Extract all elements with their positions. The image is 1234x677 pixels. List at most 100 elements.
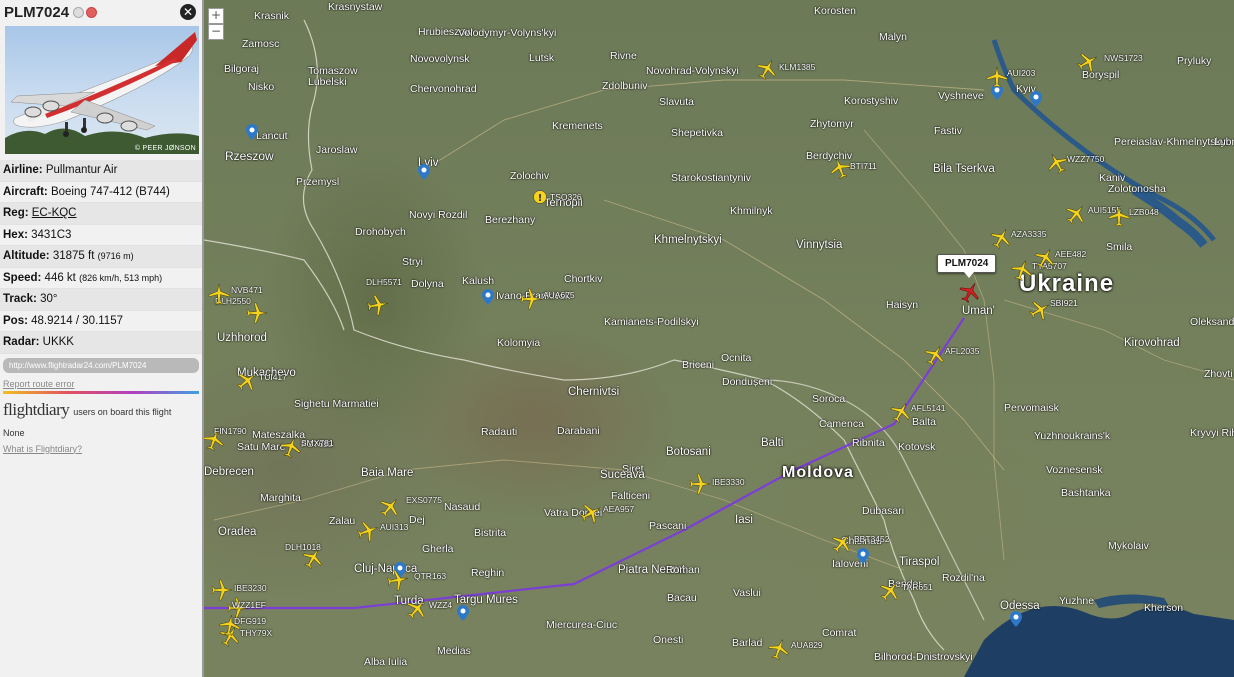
aircraft-icon[interactable] [1011, 259, 1033, 281]
aircraft-icon[interactable] [1029, 299, 1051, 321]
aircraft-label[interactable]: AUI313 [380, 522, 408, 532]
city-label: Baia Mare [361, 467, 414, 479]
close-button[interactable]: ✕ [180, 4, 196, 20]
city-label: Lubny [1214, 136, 1234, 148]
aircraft-icon[interactable] [768, 638, 790, 660]
city-label: Zhovti Vody [1204, 368, 1234, 380]
aircraft-icon[interactable] [208, 283, 230, 305]
aircraft-icon[interactable] [990, 227, 1012, 249]
detail-altitude: Altitude: 31875 ft (9716 m) [0, 246, 202, 268]
aircraft-label[interactable]: FIN1790 [214, 426, 247, 436]
aircraft-label[interactable]: NWS1723 [1104, 53, 1143, 63]
aircraft-label[interactable]: TAR651 [902, 582, 933, 592]
aircraft-label[interactable]: WZZ7750 [1067, 154, 1104, 164]
aircraft-label[interactable]: AFL2035 [945, 346, 980, 356]
aircraft-icon[interactable] [829, 157, 851, 179]
flightdiary-users-value: None [3, 427, 25, 438]
aircraft-icon[interactable] [280, 436, 302, 458]
aircraft-label[interactable]: LZB048 [1129, 207, 1159, 217]
selected-aircraft-icon[interactable] [959, 281, 981, 303]
aircraft-icon[interactable] [1108, 205, 1130, 227]
airport-pin-icon[interactable] [457, 605, 469, 621]
aircraft-label[interactable]: BBT3452 [854, 534, 889, 544]
airport-pin-icon[interactable] [1030, 91, 1042, 107]
aircraft-label[interactable]: IBE3230 [234, 583, 267, 593]
aircraft-label[interactable]: DLH5571 [366, 277, 402, 287]
aircraft-label[interactable]: AUA675 [543, 290, 575, 300]
flight-map[interactable]: + − Ukraine Moldova Krasnik Krasnystaw H… [204, 0, 1234, 677]
aircraft-label[interactable]: EXS0775 [406, 495, 442, 505]
aircraft-label[interactable]: DLH1018 [285, 542, 321, 552]
aircraft-icon[interactable] [406, 598, 428, 620]
what-is-flightdiary-link[interactable]: What is Flightdiary? [3, 444, 199, 454]
aircraft-icon[interactable] [357, 520, 379, 542]
aircraft-icon[interactable] [756, 58, 778, 80]
airport-pin-icon[interactable] [1010, 611, 1022, 627]
city-label: Shepetivka [671, 127, 723, 139]
airport-pin-icon[interactable] [482, 289, 494, 305]
city-label: Sighetu Marmatiei [294, 398, 379, 410]
aircraft-icon[interactable] [986, 66, 1008, 88]
airport-pin-icon[interactable] [418, 164, 430, 180]
aircraft-label[interactable]: DFG919 [234, 616, 266, 626]
aircraft-label[interactable]: WZZ1EF [232, 600, 266, 610]
city-label: Kolomyia [497, 337, 541, 349]
registration-link[interactable]: EC-KQC [32, 207, 77, 219]
aircraft-icon[interactable] [387, 569, 409, 591]
city-label: Nasaud [444, 501, 481, 513]
flightdiary-logo[interactable]: flightdiary [3, 400, 70, 420]
city-label: Slavuta [659, 96, 695, 108]
aircraft-icon[interactable] [236, 370, 258, 392]
city-label: Kremenets [552, 120, 603, 132]
aircraft-icon[interactable] [379, 496, 401, 518]
warning-icon[interactable]: ! [533, 190, 547, 204]
city-label: Dondușeni [722, 376, 773, 388]
aircraft-icon[interactable] [924, 344, 946, 366]
aircraft-label[interactable]: AEE482 [1055, 249, 1086, 259]
aircraft-label[interactable]: THY79X [240, 628, 272, 638]
zoom-in-button[interactable]: + [208, 8, 224, 24]
aircraft-label[interactable]: AFL5141 [911, 403, 946, 413]
aircraft-label[interactable]: AUA829 [791, 640, 823, 650]
city-label: Rozdil'na [942, 572, 985, 584]
aircraft-icon[interactable] [831, 532, 853, 554]
aircraft-icon[interactable] [1077, 51, 1099, 73]
aircraft-icon[interactable] [1046, 152, 1068, 174]
aircraft-icon[interactable] [689, 473, 711, 495]
city-label: Yuzhnoukrains'k [1034, 430, 1111, 442]
city-label: Marghita [260, 492, 301, 504]
aircraft-label[interactable]: AUI203 [1007, 68, 1035, 78]
aircraft-label[interactable]: SMX781 [301, 438, 334, 448]
detail-aircraft: Aircraft: Boeing 747-412 (B744) [0, 182, 202, 203]
aircraft-label[interactable]: QTR163 [414, 571, 446, 581]
city-label: Dej [409, 514, 425, 526]
selected-flight-tag[interactable]: PLM7024 [937, 254, 997, 278]
aircraft-photo[interactable]: © PEER JØNSON [5, 26, 199, 154]
aircraft-icon[interactable] [879, 580, 901, 602]
detail-label: Hex: [3, 228, 28, 241]
aircraft-icon[interactable] [890, 401, 912, 423]
aircraft-label[interactable]: AEA957 [603, 504, 634, 514]
report-route-error-link[interactable]: Report route error [3, 379, 199, 389]
airport-pin-icon[interactable] [246, 124, 258, 140]
aircraft-label[interactable]: NVB471 [231, 285, 263, 295]
aircraft-label[interactable]: WZZ4 [429, 600, 452, 610]
aircraft-label[interactable]: KLM1385 [779, 62, 815, 72]
aircraft-icon[interactable] [1065, 203, 1087, 225]
flight-url-field[interactable]: http://www.flightradar24.com/PLM7024 [3, 357, 199, 373]
aircraft-icon[interactable] [520, 288, 542, 310]
airport-pin-icon[interactable] [857, 548, 869, 564]
aircraft-icon[interactable] [580, 502, 602, 524]
city-label: Balti [761, 437, 784, 449]
aircraft-label[interactable]: TSO326 [550, 192, 582, 202]
aircraft-label[interactable]: TUI417 [259, 372, 287, 382]
detail-label: Pos: [3, 314, 28, 327]
speed-value: 446 kt [44, 271, 76, 284]
aircraft-label[interactable]: SBI921 [1050, 298, 1078, 308]
aircraft-label[interactable]: IBE3330 [712, 477, 745, 487]
zoom-out-button[interactable]: − [208, 24, 224, 40]
aircraft-label[interactable]: BTI711 [850, 161, 877, 171]
aircraft-icon[interactable] [1034, 247, 1056, 269]
aircraft-icon[interactable] [367, 294, 389, 316]
aircraft-label[interactable]: AZA3335 [1011, 229, 1046, 239]
